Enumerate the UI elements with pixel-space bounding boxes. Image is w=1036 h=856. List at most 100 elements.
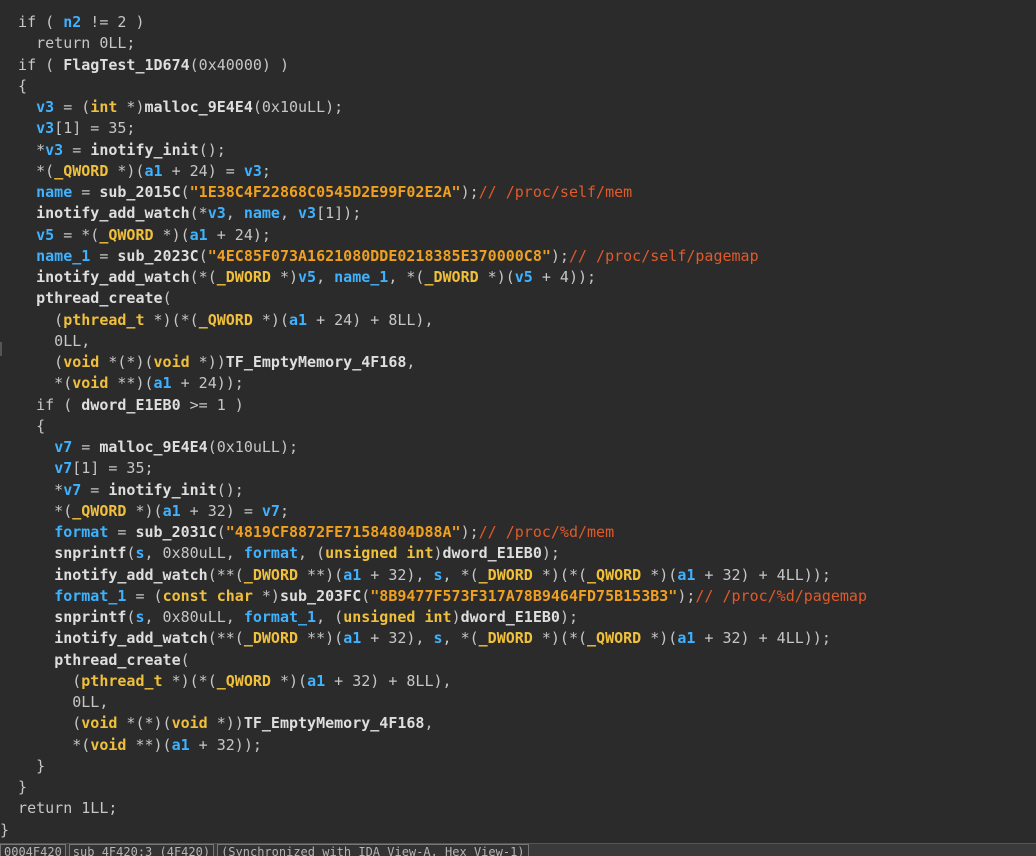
code-token-fn: malloc_9E4E4 bbox=[99, 438, 208, 456]
code-token-cmt: // /proc/self/pagemap bbox=[568, 246, 759, 265]
code-token-plain: *( bbox=[0, 161, 55, 180]
code-line[interactable]: (void *(*)(void *))TF_EmptyMemory_4F168, bbox=[0, 713, 1036, 734]
code-token-plain: [1] = 35; bbox=[54, 119, 136, 138]
code-token-str: "8B9477F573F317A78B9464FD75B153B3" bbox=[370, 586, 678, 605]
code-token-kw: if ( bbox=[0, 395, 82, 414]
code-line[interactable]: { bbox=[0, 416, 1036, 437]
code-token-plain: { bbox=[0, 76, 28, 95]
code-line[interactable]: pthread_create( bbox=[0, 288, 1036, 309]
code-token-var: v7 bbox=[63, 480, 82, 499]
code-line[interactable]: (pthread_t *)(*(_QWORD *)(a1 + 32) + 8LL… bbox=[0, 671, 1036, 692]
code-line[interactable]: return 1LL; bbox=[0, 798, 1036, 819]
code-token-var: name bbox=[243, 204, 280, 223]
code-line[interactable]: name = sub_2015C("1E38C4F22868C0545D2E99… bbox=[0, 182, 1036, 203]
code-line[interactable]: *(_QWORD *)(a1 + 24) = v3; bbox=[0, 161, 1036, 182]
code-token-plain: ( bbox=[0, 714, 82, 733]
code-token-type: const char bbox=[162, 586, 253, 605]
code-line[interactable]: format = sub_2031C("4819CF8872FE71584804… bbox=[0, 522, 1036, 543]
code-token-plain: ); bbox=[550, 246, 569, 265]
code-token-plain: *)(*( bbox=[162, 671, 217, 690]
code-token-plain: , *( bbox=[442, 629, 479, 648]
code-token-plain: * bbox=[0, 140, 46, 159]
code-token-plain: + 24)); bbox=[171, 374, 244, 393]
code-token-cmt: // /proc/%d/pagemap bbox=[695, 586, 867, 605]
code-line[interactable]: snprintf(s, 0x80uLL, format, (unsigned i… bbox=[0, 543, 1036, 564]
code-token-plain: + 32) = bbox=[180, 501, 262, 520]
code-token-var: a1 bbox=[343, 629, 362, 648]
code-token-type: _QWORD bbox=[587, 565, 642, 584]
code-token-plain: *)( bbox=[108, 161, 145, 180]
code-token-type: _QWORD bbox=[216, 671, 271, 690]
code-token-fn: inotify_add_watch bbox=[54, 629, 208, 648]
code-line[interactable]: format_1 = (const char *)sub_203FC("8B94… bbox=[0, 586, 1036, 607]
code-token-type: void bbox=[63, 353, 100, 371]
code-line[interactable]: *v7 = inotify_init(); bbox=[0, 480, 1036, 501]
code-token-plain: , *( bbox=[388, 268, 425, 286]
code-token-type: _QWORD bbox=[54, 161, 109, 180]
code-line[interactable]: } bbox=[0, 756, 1036, 777]
code-token-fn: dword_E1EB0 bbox=[81, 395, 181, 414]
code-line[interactable]: inotify_add_watch(*v3, name, v3[1]); bbox=[0, 203, 1036, 224]
code-line[interactable]: inotify_add_watch(**(_DWORD **)(a1 + 32)… bbox=[0, 565, 1036, 586]
code-line[interactable]: 0LL, bbox=[0, 331, 1036, 352]
code-token-plain: *(*)( bbox=[117, 714, 172, 733]
code-line[interactable]: return 0LL; bbox=[0, 33, 1036, 54]
code-line[interactable]: if ( dword_E1EB0 >= 1 ) bbox=[0, 395, 1036, 416]
code-token-fn: dword_E1EB0 bbox=[442, 544, 542, 563]
code-token-var: v3 bbox=[298, 204, 317, 223]
code-token-plain: ( bbox=[180, 650, 190, 669]
code-token-plain: 0LL, bbox=[0, 331, 91, 350]
code-token-var: a1 bbox=[289, 310, 308, 329]
code-token-type: void bbox=[72, 374, 109, 393]
code-line[interactable]: *(_QWORD *)(a1 + 32) = v7; bbox=[0, 501, 1036, 522]
code-line[interactable]: v7 = malloc_9E4E4(0x10uLL); bbox=[0, 437, 1036, 458]
code-token-plain: ); bbox=[541, 544, 560, 563]
code-token-var: v3 bbox=[207, 204, 226, 223]
code-line[interactable]: v7[1] = 35; bbox=[0, 458, 1036, 479]
code-token-var: format bbox=[54, 523, 109, 541]
code-line[interactable]: v5 = *(_QWORD *)(a1 + 24); bbox=[0, 225, 1036, 246]
code-token-plain: (**( bbox=[207, 565, 244, 584]
code-line[interactable]: (pthread_t *)(*(_QWORD *)(a1 + 24) + 8LL… bbox=[0, 310, 1036, 331]
code-line[interactable]: snprintf(s, 0x80uLL, format_1, (unsigned… bbox=[0, 607, 1036, 628]
code-token-type: _DWORD bbox=[243, 629, 299, 648]
code-line[interactable]: if ( FlagTest_1D674(0x40000) ) bbox=[0, 55, 1036, 76]
code-line[interactable]: inotify_add_watch(*(_DWORD *)v5, name_1,… bbox=[0, 267, 1036, 288]
code-token-fn: sub_2023C bbox=[117, 246, 199, 265]
code-line[interactable]: } bbox=[0, 820, 1036, 841]
code-token-plain: *)( bbox=[478, 268, 515, 286]
code-line[interactable]: v3[1] = 35; bbox=[0, 118, 1036, 139]
code-token-plain: (0x10uLL); bbox=[252, 98, 344, 116]
code-token-plain: ); bbox=[460, 183, 479, 201]
code-line[interactable]: if ( n2 != 2 ) bbox=[0, 12, 1036, 33]
code-line[interactable]: v3 = (int *)malloc_9E4E4(0x10uLL); bbox=[0, 97, 1036, 118]
code-line[interactable]: (void *(*)(void *))TF_EmptyMemory_4F168, bbox=[0, 352, 1036, 373]
status-bar: 0004F420 sub_4F420:3 (4F420) (Synchroniz… bbox=[0, 843, 1036, 856]
code-line[interactable]: { bbox=[0, 76, 1036, 97]
code-line[interactable]: *(void **)(a1 + 24)); bbox=[0, 373, 1036, 394]
code-line[interactable]: inotify_add_watch(**(_DWORD **)(a1 + 32)… bbox=[0, 628, 1036, 649]
code-token-var: v5 bbox=[36, 225, 55, 244]
code-token-plain: = *( bbox=[54, 225, 100, 244]
code-line[interactable]: } bbox=[0, 777, 1036, 798]
code-token-var: format_1 bbox=[54, 586, 127, 605]
code-token-plain: (); bbox=[216, 480, 244, 499]
code-token-type: unsigned int bbox=[343, 608, 452, 626]
code-line[interactable]: 0LL, bbox=[0, 692, 1036, 713]
pseudocode-view[interactable]: if ( n2 != 2 ) return 0LL; if ( FlagTest… bbox=[0, 0, 1036, 843]
code-line[interactable]: *v3 = inotify_init(); bbox=[0, 140, 1036, 161]
code-token-plain: ( bbox=[216, 523, 226, 541]
code-line[interactable]: *(void **)(a1 + 32)); bbox=[0, 735, 1036, 756]
code-token-plain: ( bbox=[180, 183, 190, 201]
code-line[interactable]: pthread_create( bbox=[0, 650, 1036, 671]
code-token-plain: + 24); bbox=[207, 225, 271, 244]
code-line[interactable]: name_1 = sub_2023C("4EC85F073A1621080DDE… bbox=[0, 246, 1036, 267]
code-token-var: a1 bbox=[171, 735, 190, 754]
code-token-cmt: // /proc/%d/mem bbox=[478, 523, 615, 541]
code-token-plain: = ( bbox=[54, 98, 91, 116]
code-token-type: pthread_t bbox=[81, 671, 163, 690]
code-token-var: v3 bbox=[36, 119, 55, 138]
